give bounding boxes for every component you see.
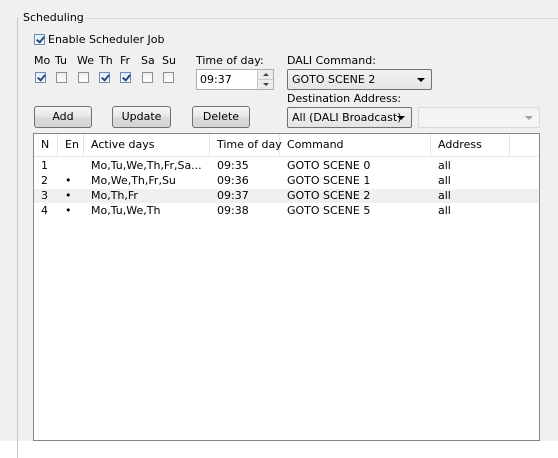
day-checkbox-sa[interactable] (142, 72, 153, 83)
dali-command-label: DALI Command: (287, 54, 376, 67)
time-of-day-value[interactable]: 09:37 (200, 73, 232, 86)
day-checkbox-fr[interactable] (120, 72, 131, 83)
delete-button[interactable]: Delete (192, 106, 250, 128)
spin-up-icon[interactable] (258, 70, 273, 80)
cell-active-days: Mo,Tu,We,Th (91, 204, 161, 217)
cell-address: all (438, 159, 451, 172)
day-label-fr: Fr (120, 54, 131, 67)
column-header-address[interactable]: Address (431, 134, 510, 156)
cell-command: GOTO SCENE 1 (287, 174, 371, 187)
day-checkbox-tu[interactable] (56, 72, 67, 83)
day-label-su: Su (162, 54, 176, 67)
destination-address-label: Destination Address: (287, 92, 402, 105)
add-button[interactable]: Add (34, 106, 92, 128)
column-header-command[interactable]: Command (280, 134, 431, 156)
time-of-day-label: Time of day: (196, 54, 264, 67)
table-row[interactable]: 4 • Mo,Tu,We,Th 09:38 GOTO SCENE 5 all (34, 204, 539, 218)
column-header-active-days[interactable]: Active days (84, 134, 210, 156)
cell-command: GOTO SCENE 0 (287, 159, 371, 172)
column-header-time-of-day[interactable]: Time of day (210, 134, 282, 156)
cell-time: 09:36 (217, 174, 249, 187)
day-checkbox-we[interactable] (78, 72, 89, 83)
day-checkbox-th[interactable] (99, 72, 110, 83)
time-spin-buttons (257, 70, 273, 89)
cell-command: GOTO SCENE 2 (287, 189, 371, 202)
dali-command-dropdown[interactable]: GOTO SCENE 2 (287, 69, 432, 90)
chevron-down-icon (397, 116, 405, 120)
cell-active-days: Mo,Th,Fr (91, 189, 138, 202)
table-row[interactable]: 1 Mo,Tu,We,Th,Fr,Sa... 09:35 GOTO SCENE … (34, 159, 539, 173)
cell-n: 2 (41, 174, 48, 187)
chevron-down-icon (417, 78, 425, 82)
destination-address-value: All (DALI Broadcast) (292, 111, 402, 124)
scheduling-group-title: Scheduling (20, 11, 87, 25)
cell-time: 09:35 (217, 159, 249, 172)
cell-time: 09:37 (217, 189, 249, 202)
destination-secondary-dropdown[interactable] (418, 107, 540, 128)
cell-command: GOTO SCENE 5 (287, 204, 371, 217)
day-label-sa: Sa (141, 54, 155, 67)
dali-command-value: GOTO SCENE 2 (292, 73, 376, 86)
day-label-mo: Mo (34, 54, 51, 67)
enable-scheduler-label: Enable Scheduler Job (48, 33, 165, 46)
cell-enabled: • (65, 189, 72, 202)
cell-time: 09:38 (217, 204, 249, 217)
cell-n: 1 (41, 159, 48, 172)
chevron-down-icon (525, 116, 533, 120)
time-of-day-spinbox[interactable]: 09:37 (196, 69, 274, 90)
update-button[interactable]: Update (112, 106, 171, 128)
cell-address: all (438, 174, 451, 187)
day-label-we: We (77, 54, 94, 67)
destination-address-dropdown[interactable]: All (DALI Broadcast) (287, 107, 412, 128)
table-row[interactable]: 3 • Mo,Th,Fr 09:37 GOTO SCENE 2 all (34, 189, 539, 203)
cell-active-days: Mo,Tu,We,Th,Fr,Sa... (91, 159, 202, 172)
table-row[interactable]: 2 • Mo,We,Th,Fr,Su 09:36 GOTO SCENE 1 al… (34, 174, 539, 188)
enable-scheduler-checkbox[interactable] (34, 34, 45, 45)
cell-address: all (438, 189, 451, 202)
cell-enabled (58, 159, 84, 173)
spin-down-icon[interactable] (258, 80, 273, 89)
cell-address: all (438, 204, 451, 217)
scheduler-job-table[interactable]: N En Active days Time of day Command Add… (33, 133, 540, 441)
column-header-en[interactable]: En (58, 134, 84, 156)
day-label-th: Th (99, 54, 113, 67)
cell-n: 4 (41, 204, 48, 217)
cell-enabled: • (65, 174, 72, 187)
cell-active-days: Mo,We,Th,Fr,Su (91, 174, 176, 187)
column-header-n[interactable]: N (34, 134, 58, 156)
cell-enabled: • (65, 204, 72, 217)
day-checkbox-mo[interactable] (35, 72, 46, 83)
day-label-tu: Tu (55, 54, 68, 67)
scheduling-panel: Scheduling Enable Scheduler Job Mo Tu We… (0, 0, 558, 458)
table-header: N En Active days Time of day Command Add… (34, 134, 539, 157)
day-checkbox-su[interactable] (163, 72, 174, 83)
cell-n: 3 (41, 189, 48, 202)
